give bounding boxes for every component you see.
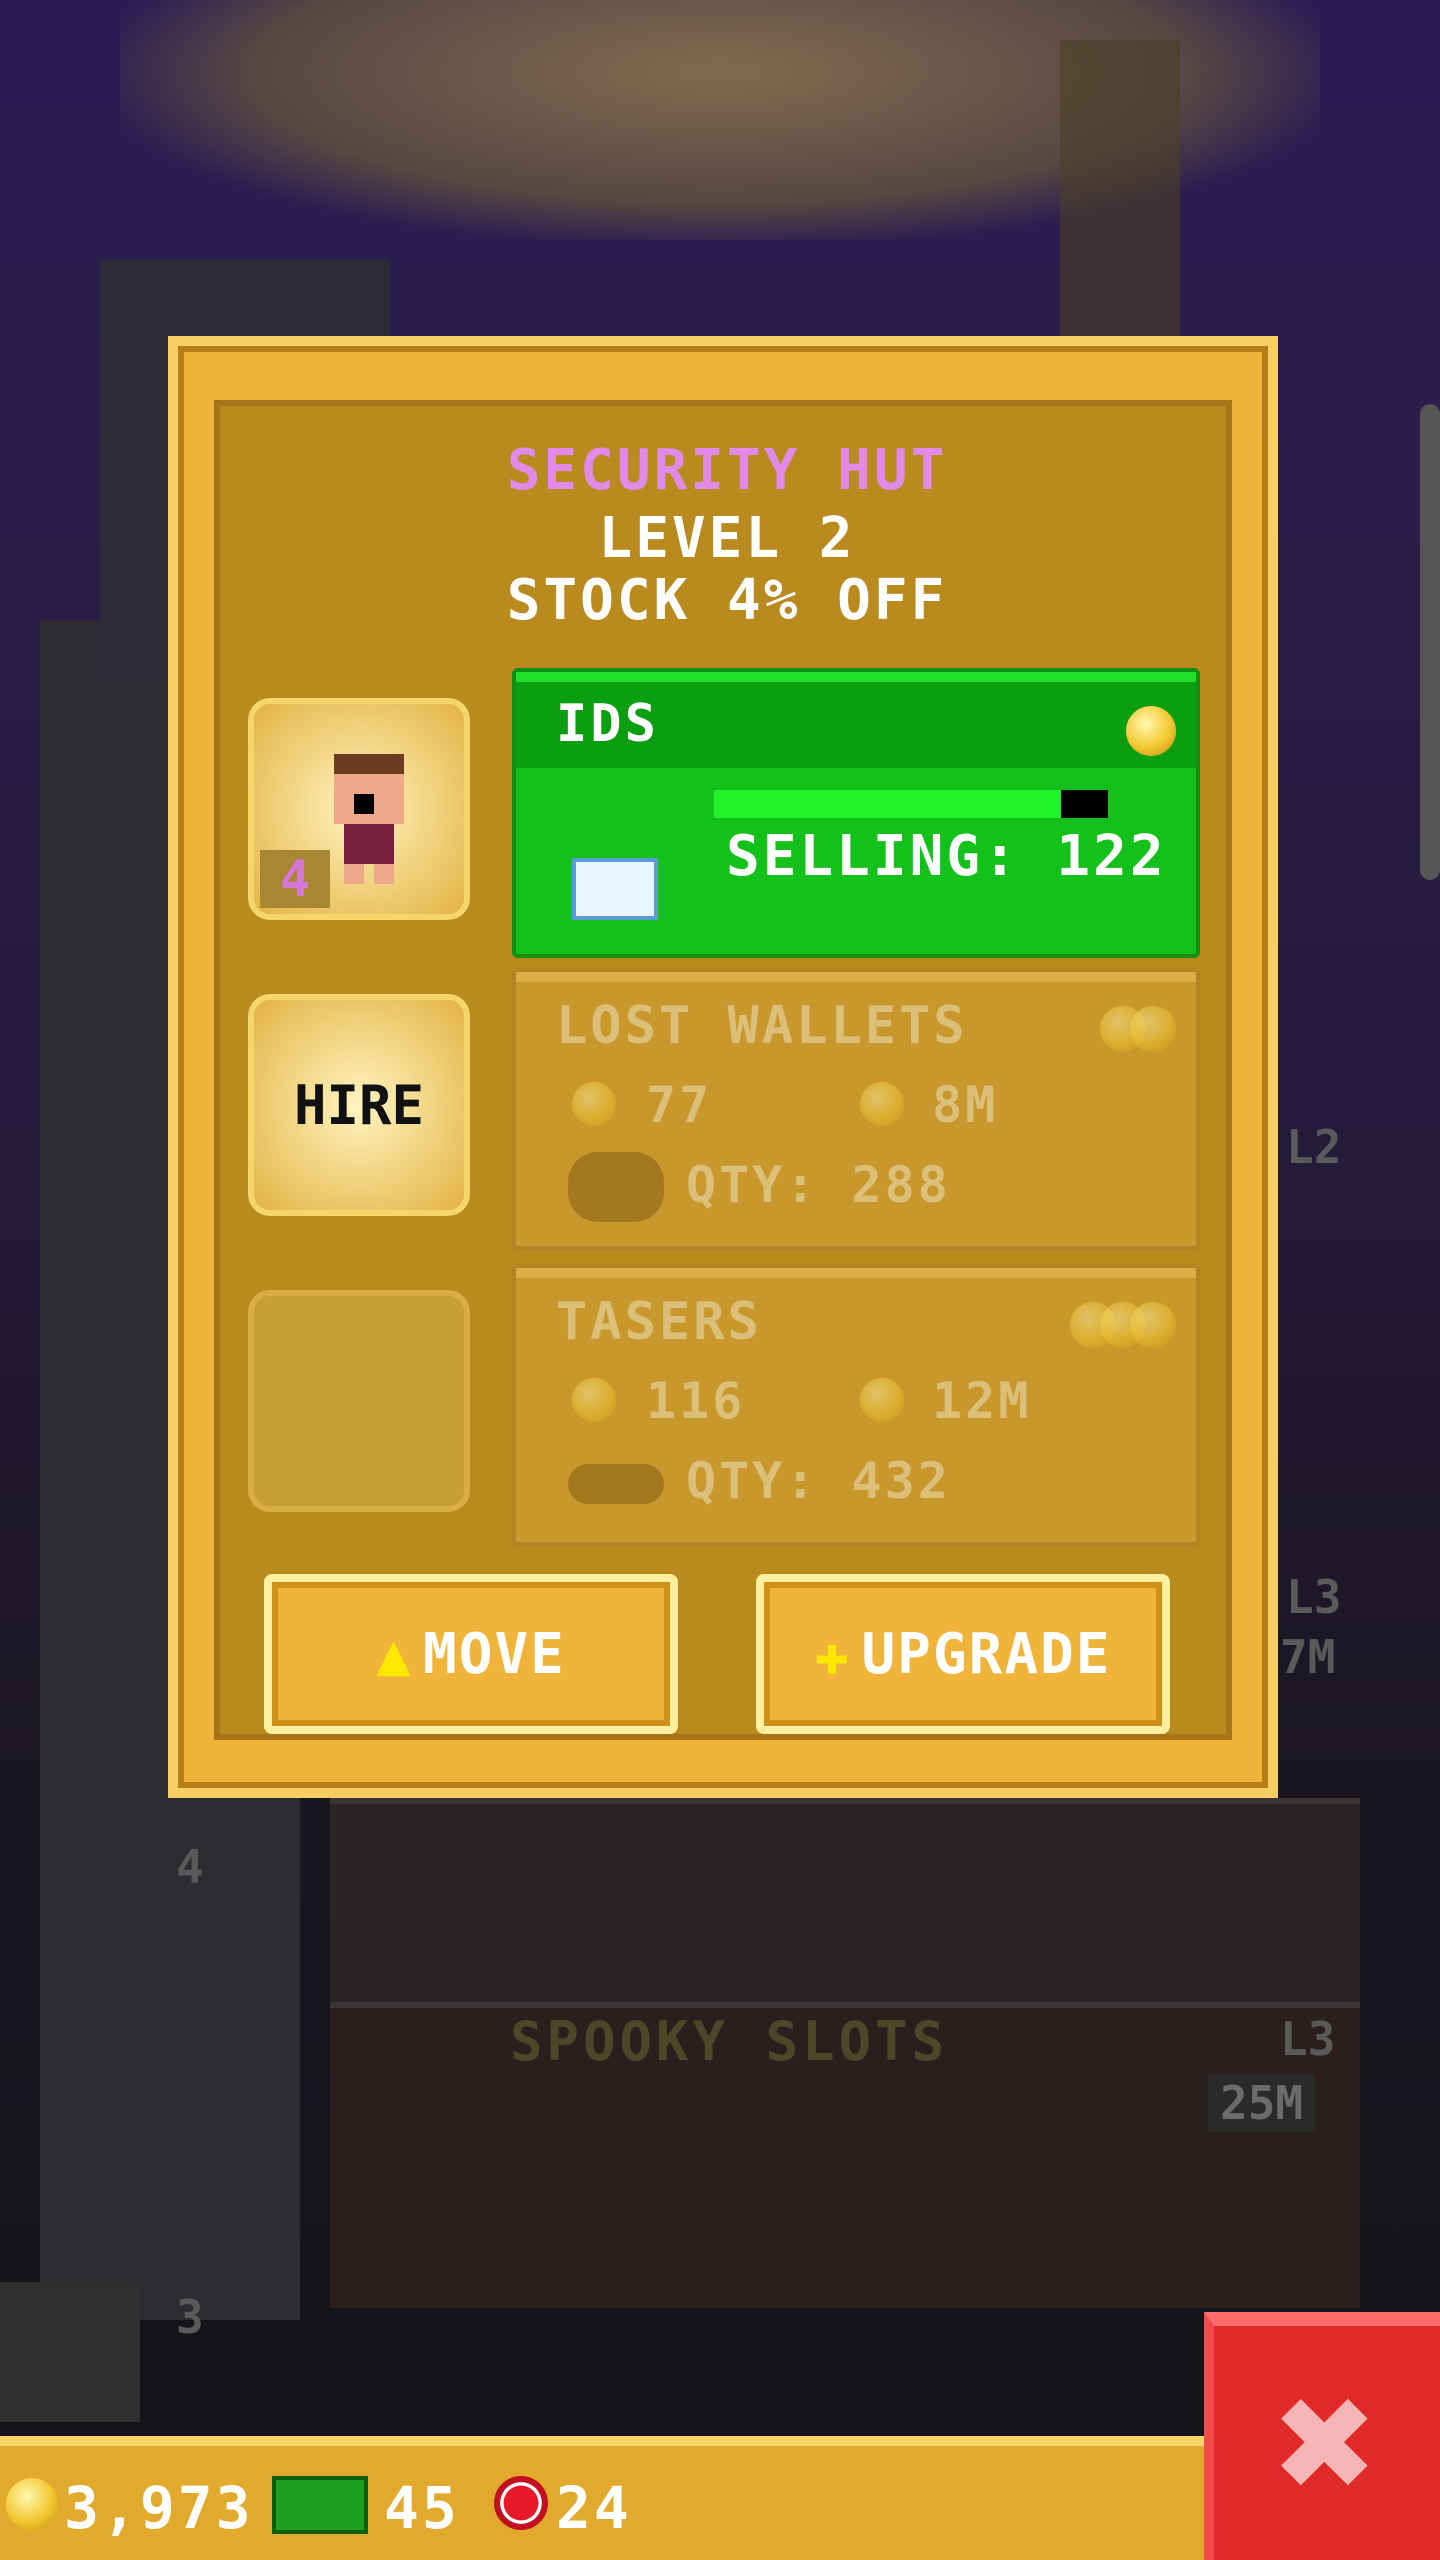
coin-icon [1130,1006,1176,1052]
floor-level: LEVEL 2 [598,506,856,571]
scrollbar[interactable] [1420,404,1440,880]
arrow-up-icon: ▲ [376,1620,414,1688]
side-level-l3: L3 [1286,1570,1342,1624]
casino-chip-icon [494,2476,548,2530]
wallet-icon [568,1152,664,1222]
coin-icon [572,1378,616,1422]
product-qty: QTY: 432 [686,1452,951,1510]
coin-icon [6,2478,58,2530]
crane [1060,40,1180,340]
product-time: 12M [932,1372,1032,1430]
bux-count: 45 [384,2474,460,2542]
clock-icon [860,1082,904,1126]
upgrade-button[interactable]: ✚ UPGRADE [756,1574,1170,1734]
floor-time-badge: 25M [1208,2074,1316,2132]
bitizen-avatar [334,754,404,884]
floor-number-3: 3 [176,2290,204,2344]
product-cost: 116 [646,1372,746,1430]
upgrade-label: UPGRADE [861,1621,1112,1687]
staff-level-badge: 4 [260,850,330,908]
move-button[interactable]: ▲ MOVE [264,1574,678,1734]
product-name: LOST WALLETS [556,996,968,1056]
shop-bag-button[interactable] [0,2282,140,2422]
floor-name-label: SPOOKY SLOTS [510,2010,949,2073]
side-level-l2: L2 [1286,1120,1342,1174]
selling-count: SELLING: 122 [726,824,1167,889]
clock-icon [860,1378,904,1422]
product-tasers[interactable]: TASERS 116 12M QTY: 432 [512,1264,1200,1546]
product-ids[interactable]: IDS SELLING: 122 [512,668,1200,958]
coin-icon [572,1082,616,1126]
product-name: IDS [556,694,659,754]
chip-count: 24 [556,2474,632,2542]
restock-progress-bar [714,790,1108,818]
staff-slot[interactable]: 4 [248,698,470,920]
move-label: MOVE [423,1621,566,1687]
background-floor [330,1798,1360,2004]
progress-fill [714,790,1061,818]
product-qty: QTY: 288 [686,1156,951,1214]
hire-button[interactable]: HIRE [248,994,470,1216]
floor-number-4: 4 [176,1840,204,1894]
floor-level-label: L3 [1280,2012,1336,2066]
coin-icon [1130,1302,1176,1348]
tower-bux-icon [272,2476,368,2534]
close-icon: ✖ [1275,2344,1379,2542]
product-cost: 77 [646,1076,713,1134]
product-time: 8M [932,1076,999,1134]
panel-title: SECURITY HUT [506,438,948,503]
empty-staff-slot [248,1290,470,1512]
product-lost-wallets[interactable]: LOST WALLETS 77 8M QTY: 288 [512,968,1200,1250]
close-button[interactable]: ✖ [1204,2312,1440,2560]
id-card-icon [572,858,658,920]
coin-count: 3,973 [64,2474,254,2542]
plus-icon: ✚ [814,1620,852,1688]
floor-info-panel: SECURITY HUT LEVEL 2 STOCK 4% OFF 4 HIRE… [168,336,1278,1798]
coin-icon [1126,706,1176,756]
floor-bonus: STOCK 4% OFF [506,568,948,633]
taser-icon [568,1464,664,1504]
side-time: 7M [1280,1630,1336,1684]
product-name: TASERS [556,1292,762,1352]
